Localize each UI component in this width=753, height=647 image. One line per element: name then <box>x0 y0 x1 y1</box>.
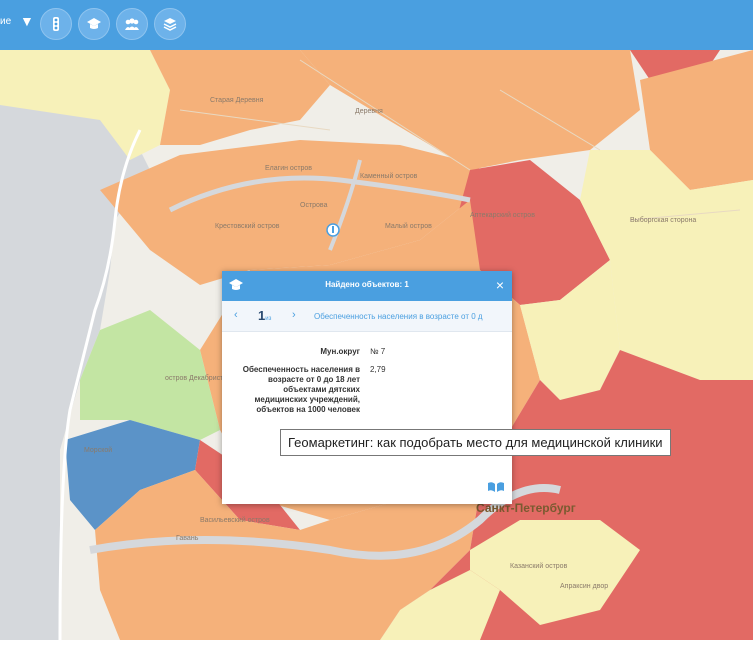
label-ostrov: Острова <box>300 202 328 209</box>
label-morskoy: Морской <box>84 446 112 454</box>
population-layer-button[interactable] <box>116 8 148 40</box>
label-kazansky: Казанский остров <box>510 562 568 570</box>
map-pin-marker <box>332 226 334 233</box>
label-krestovsky: Крестовский остров <box>215 222 280 230</box>
next-page-button[interactable]: › <box>292 309 296 321</box>
field-selector[interactable]: Обеспеченность населения в возрасте от 0… <box>314 312 504 321</box>
label-vasilievsky: Васильевский остров <box>200 516 270 524</box>
layers-button[interactable] <box>154 8 186 40</box>
graduation-cap-icon <box>87 18 101 29</box>
education-layer-button[interactable] <box>78 8 110 40</box>
bottom-edge <box>0 640 753 647</box>
traffic-light-icon <box>53 17 59 31</box>
label-aptekarsky: Аптекарский остров <box>470 211 535 219</box>
field-value-district: № 7 <box>370 347 386 356</box>
dropdown-caret-icon[interactable]: ▼ <box>20 13 34 29</box>
label-staraya-derevnya: Старая Деревня <box>210 97 264 104</box>
close-button[interactable]: × <box>496 277 504 293</box>
label-gavan: Гавань <box>176 535 199 542</box>
logo-icon <box>486 480 506 498</box>
field-label-district: Мун.округ <box>320 347 360 356</box>
label-maly: Малый остров <box>385 222 432 230</box>
label-elagin: Елагин остров <box>265 165 312 172</box>
popup-title: Найдено объектов: 1 <box>325 280 409 289</box>
layers-icon <box>163 18 177 31</box>
hover-tooltip: Геомаркетинг: как подобрать место для ме… <box>280 429 671 456</box>
label-derevnya: Деревня <box>355 108 383 115</box>
label-kamenny: Каменный остров <box>360 172 418 180</box>
feature-info-popup: Найдено объектов: 1 × ‹ 1из › Обеспеченн… <box>222 271 512 504</box>
page-indicator: 1из <box>258 308 271 323</box>
field-value-provision: 2,79 <box>370 365 386 374</box>
group-icon <box>125 18 139 30</box>
label-vyborgskaya: Выборгская сторона <box>630 216 696 224</box>
popup-pagination: ‹ 1из › Обеспеченность населения в возра… <box>222 301 512 332</box>
traffic-light-button[interactable] <box>40 8 72 40</box>
prev-page-button[interactable]: ‹ <box>234 309 238 321</box>
toolbar-partial-label: ие <box>0 16 12 27</box>
top-toolbar: ие ▼ <box>0 0 753 50</box>
page-unit: из <box>265 316 272 322</box>
field-label-provision: Обеспеченность населения в возрасте от 0… <box>242 365 360 414</box>
label-apraksin: Апраксин двор <box>560 583 608 590</box>
popup-header: Найдено объектов: 1 × <box>222 271 512 301</box>
